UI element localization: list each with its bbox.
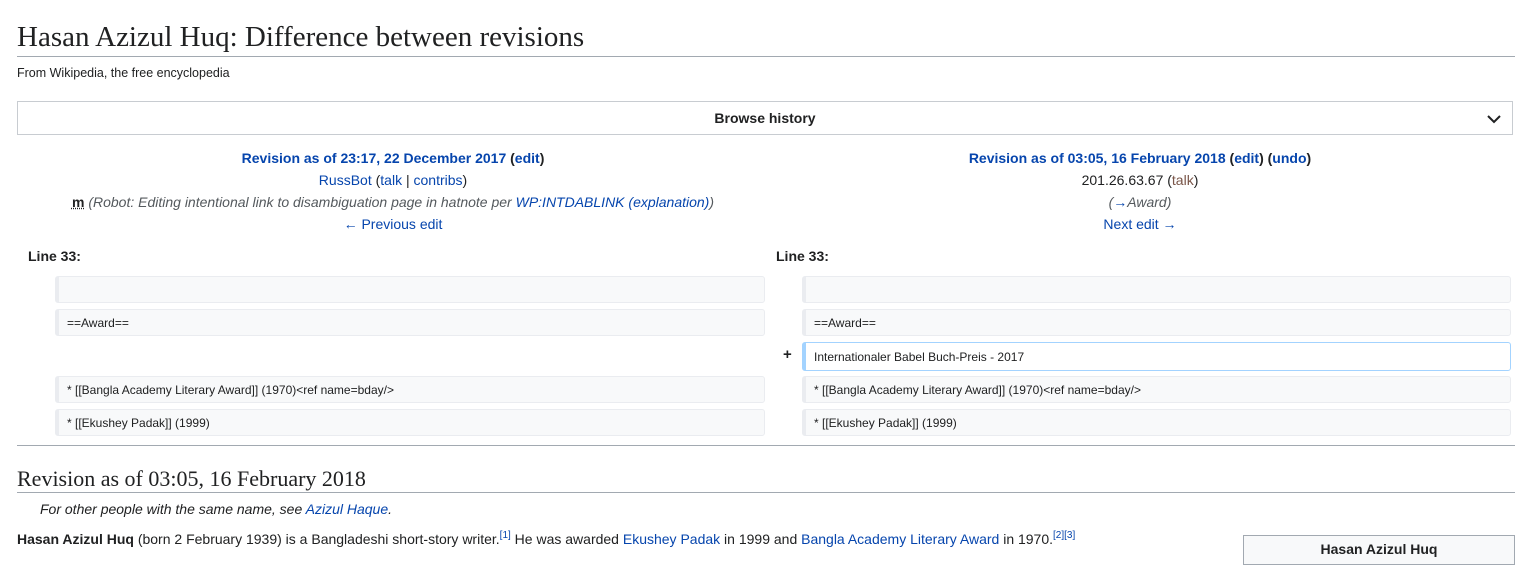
old-edit-summary: (Robot: Editing intentional link to disa…	[88, 194, 516, 210]
new-edit-link[interactable]: edit	[1234, 150, 1259, 166]
bangla-academy-award-link[interactable]: Bangla Academy Literary Award	[801, 531, 999, 547]
diff-divider	[17, 445, 1515, 446]
lead-text: in 1999 and	[720, 531, 802, 547]
added-line: Internationaler Babel Buch-Preis - 2017	[802, 342, 1511, 371]
lead-text: (born 2 February 1939) is a Bangladeshi …	[133, 531, 500, 547]
old-context-line: ==Award==	[55, 309, 765, 336]
ref-1[interactable]: [1]	[500, 530, 511, 541]
browse-history-label: Browse history	[714, 110, 816, 126]
old-revision-link[interactable]: Revision as of 23:17, 22 December 2017	[242, 150, 507, 166]
browse-history-toggle[interactable]: Browse history	[17, 101, 1513, 135]
new-user-link[interactable]: 201.26.63.67	[1082, 172, 1164, 188]
explanation-link[interactable]: (explanation)	[628, 194, 709, 210]
undo-link[interactable]: undo	[1272, 150, 1306, 166]
hatnote: For other people with the same name, see…	[40, 501, 392, 517]
lead-text: He was awarded	[510, 531, 623, 547]
old-context-line	[55, 276, 765, 303]
new-context-line: * [[Bangla Academy Literary Award]] (197…	[802, 376, 1511, 403]
revision-title: Revision as of 03:05, 16 February 2018	[17, 464, 1515, 493]
section-name: Award	[1127, 194, 1167, 210]
infobox-title: Hasan Azizul Huq	[1320, 541, 1438, 557]
new-context-line	[802, 276, 1511, 303]
page-title: Hasan Azizul Huq: Difference between rev…	[17, 18, 1515, 57]
new-revision-header: Revision as of 03:05, 16 February 2018 (…	[968, 150, 1312, 232]
new-context-line: * [[Ekushey Padak]] (1999)	[802, 409, 1511, 436]
old-contribs-link[interactable]: contribs	[414, 172, 463, 188]
added-line-marker: +	[783, 346, 792, 363]
chevron-down-icon	[1487, 115, 1501, 124]
ref-3[interactable]: [3]	[1064, 530, 1075, 541]
award-section-link[interactable]: →	[1113, 194, 1127, 210]
infobox: Hasan Azizul Huq	[1243, 535, 1515, 565]
new-context-line: ==Award==	[802, 309, 1511, 336]
old-context-line: * [[Bangla Academy Literary Award]] (197…	[55, 376, 765, 403]
old-edit-link[interactable]: edit	[515, 150, 540, 166]
lead-paragraph: Hasan Azizul Huq (born 2 February 1939) …	[17, 530, 1075, 547]
old-line-number: Line 33:	[28, 248, 81, 264]
hatnote-suffix: .	[388, 501, 393, 517]
next-edit-link[interactable]: Next edit →	[1103, 216, 1176, 232]
old-revision-header: Revision as of 23:17, 22 December 2017 (…	[71, 150, 715, 232]
lead-text: in 1970.	[999, 531, 1054, 547]
old-context-line: * [[Ekushey Padak]] (1999)	[55, 409, 765, 436]
tagline: From Wikipedia, the free encyclopedia	[17, 66, 230, 80]
new-revision-link[interactable]: Revision as of 03:05, 16 February 2018	[969, 150, 1226, 166]
ref-2[interactable]: [2]	[1053, 530, 1064, 541]
intdablink-link[interactable]: WP:INTDABLINK	[516, 194, 625, 210]
old-user-link[interactable]: RussBot	[319, 172, 372, 188]
ekushey-padak-link[interactable]: Ekushey Padak	[623, 531, 720, 547]
old-talk-link[interactable]: talk	[380, 172, 402, 188]
minor-edit-marker: m	[71, 194, 85, 210]
azizul-haque-link[interactable]: Azizul Haque	[306, 501, 389, 517]
subject-name: Hasan Azizul Huq	[17, 531, 134, 547]
hatnote-text: For other people with the same name, see	[40, 501, 306, 517]
new-line-number: Line 33:	[776, 248, 829, 264]
previous-edit-link[interactable]: ← Previous edit	[344, 216, 443, 232]
new-talk-link[interactable]: talk	[1172, 172, 1194, 188]
